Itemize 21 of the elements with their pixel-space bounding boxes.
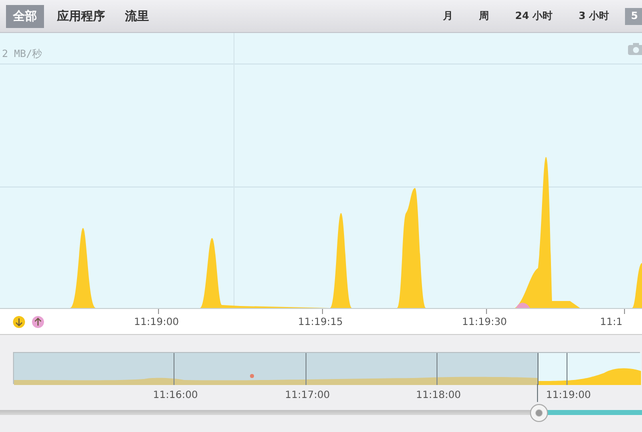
upload-blip	[516, 302, 530, 308]
axis-label: 11:16:00	[153, 390, 198, 401]
axis-label: 11:19:30	[462, 317, 507, 328]
overview-chart[interactable]	[13, 352, 640, 384]
time-range-tab[interactable]: 24 小时	[507, 6, 561, 26]
slider-thumb[interactable]	[530, 404, 548, 422]
axis-label: 11:19:15	[298, 317, 343, 328]
time-range-tab[interactable]: 周	[471, 6, 498, 26]
axis-label: 11:1	[600, 317, 622, 328]
tab[interactable]: 应用程序	[50, 4, 112, 28]
tab[interactable]: 流里	[118, 4, 156, 28]
axis-label: 11:18:00	[416, 390, 461, 401]
time-range-tab[interactable]: 月	[435, 6, 462, 26]
download-icon[interactable]	[13, 316, 25, 328]
camera-icon[interactable]	[628, 43, 642, 55]
axis-label: 11:19:00	[546, 390, 591, 401]
upload-icon[interactable]	[32, 316, 44, 328]
axis-label: 11:17:00	[285, 390, 330, 401]
axis-label: 11:19:00	[134, 317, 179, 328]
time-range-tab[interactable]: 3 小时	[570, 6, 618, 26]
axis-label: 2 MB/秒	[2, 48, 42, 61]
